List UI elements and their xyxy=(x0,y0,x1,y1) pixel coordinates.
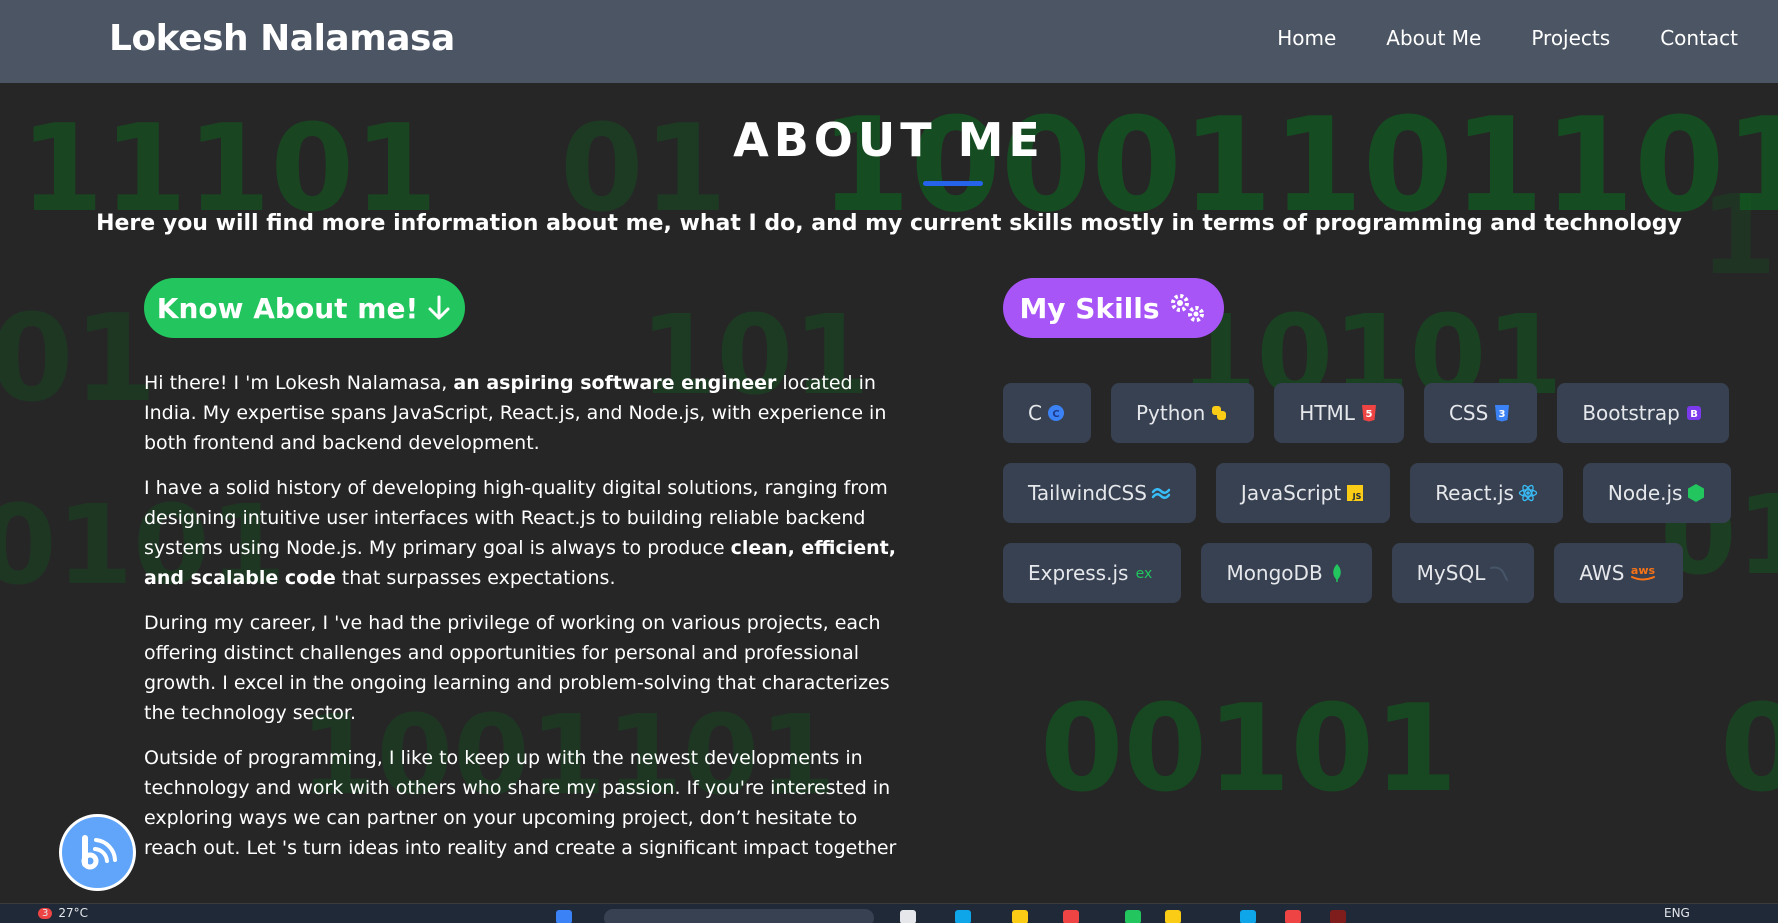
skill-chip-react[interactable]: React.js xyxy=(1410,463,1563,523)
css3-icon: 3 xyxy=(1492,403,1512,423)
page-title: ABOUT ME xyxy=(733,113,1045,167)
svg-text:C: C xyxy=(1052,409,1059,420)
skill-chip-tailwind[interactable]: TailwindCSS xyxy=(1003,463,1196,523)
weather-temperature: 27°C xyxy=(58,906,89,920)
python-icon xyxy=(1209,403,1229,423)
skill-chip-bootstrap[interactable]: Bootstrap B xyxy=(1557,383,1729,443)
about-paragraph-1: Hi there! I 'm Lokesh Nalamasa, an aspir… xyxy=(144,372,887,454)
skill-chip-javascript[interactable]: JavaScript JS xyxy=(1215,463,1391,523)
about-paragraph-2: I have a solid history of developing hig… xyxy=(144,477,896,589)
skill-chip-nodejs[interactable]: Node.js xyxy=(1582,463,1732,523)
taskbar-weather[interactable]: 3 27°C xyxy=(38,906,88,920)
title-underline xyxy=(923,181,983,186)
bootstrap-icon: B xyxy=(1684,403,1704,423)
nav-link-contact[interactable]: Contact xyxy=(1660,26,1738,50)
my-skills-label: My Skills xyxy=(1019,291,1160,325)
skill-chip-css[interactable]: CSS 3 xyxy=(1423,383,1538,443)
gears-icon xyxy=(1168,292,1208,324)
skill-chip-express[interactable]: Express.js ex xyxy=(1003,543,1182,603)
express-icon: ex xyxy=(1132,563,1156,583)
skill-chip-aws[interactable]: AWS aws xyxy=(1554,543,1684,603)
skill-chip-html[interactable]: HTML 5 xyxy=(1274,383,1404,443)
taskbar-app-icon-7[interactable] xyxy=(1240,910,1256,923)
svg-text:ex: ex xyxy=(1136,566,1153,581)
taskbar-app-icon-5[interactable] xyxy=(1125,910,1141,923)
html5-icon: 5 xyxy=(1359,403,1379,423)
skills-row-1: C C Python HTML 5 CSS 3 Bootstrap B xyxy=(1003,383,1729,443)
taskbar-app-icon-3[interactable] xyxy=(1012,910,1028,923)
page-subtitle: Here you will find more information abou… xyxy=(96,211,1682,236)
taskbar-language[interactable]: ENG xyxy=(1664,906,1690,920)
tailwind-icon xyxy=(1151,483,1171,503)
svg-text:B: B xyxy=(1690,409,1698,420)
nav-links: Home About Me Projects Contact xyxy=(1277,26,1738,50)
skill-chip-mysql[interactable]: MySQL xyxy=(1391,543,1535,603)
taskbar-app-icon-6[interactable] xyxy=(1165,910,1181,923)
svg-text:5: 5 xyxy=(1365,409,1372,420)
windows-start-icon[interactable] xyxy=(556,910,572,923)
svg-text:aws: aws xyxy=(1631,564,1656,577)
taskbar-app-icon-9[interactable] xyxy=(1330,910,1346,923)
brand-logo-text[interactable]: Lokesh Nalamasa xyxy=(109,18,455,59)
javascript-icon: JS xyxy=(1345,483,1365,503)
nav-link-about[interactable]: About Me xyxy=(1386,26,1481,50)
know-about-me-button[interactable]: Know About me! xyxy=(144,278,465,338)
skills-list: C C Python HTML 5 CSS 3 Bootstrap B Tail… xyxy=(1003,383,1732,623)
my-skills-button[interactable]: My Skills xyxy=(1003,278,1224,338)
about-section: ABOUT ME Here you will find more informa… xyxy=(0,83,1778,903)
taskbar-app-icon-2[interactable] xyxy=(955,910,971,923)
taskbar-search[interactable] xyxy=(604,909,874,923)
taskbar-app-icon-4[interactable] xyxy=(1063,910,1079,923)
know-about-me-label: Know About me! xyxy=(156,291,419,325)
skills-row-2: TailwindCSS JavaScript JS React.js Node.… xyxy=(1003,463,1732,523)
aws-icon: aws xyxy=(1628,563,1658,583)
skill-chip-python[interactable]: Python xyxy=(1110,383,1255,443)
nodejs-icon xyxy=(1686,483,1706,503)
svg-text:JS: JS xyxy=(1352,492,1362,501)
floating-action-button[interactable] xyxy=(59,814,136,891)
nav-link-home[interactable]: Home xyxy=(1277,26,1336,50)
skill-chip-mongodb[interactable]: MongoDB xyxy=(1201,543,1372,603)
skills-row-3: Express.js ex MongoDB MySQL AWS aws xyxy=(1003,543,1723,603)
weather-badge: 3 xyxy=(38,907,53,919)
arrow-down-icon xyxy=(426,295,452,321)
bing-chat-icon xyxy=(75,830,121,876)
mongodb-icon xyxy=(1327,563,1347,583)
svg-text:3: 3 xyxy=(1499,409,1506,420)
react-icon xyxy=(1518,483,1538,503)
taskbar-app-icon-1[interactable] xyxy=(900,910,916,923)
os-taskbar: 3 27°C ENG xyxy=(0,903,1778,923)
c-icon: C xyxy=(1046,403,1066,423)
mysql-icon xyxy=(1489,563,1509,583)
taskbar-app-icon-8[interactable] xyxy=(1285,910,1301,923)
about-paragraph-3: During my career, I 've had the privileg… xyxy=(144,612,890,724)
about-description: Hi there! I 'm Lokesh Nalamasa, an aspir… xyxy=(144,368,914,878)
skill-chip-c[interactable]: C C xyxy=(1003,383,1091,443)
top-navbar: Lokesh Nalamasa Home About Me Projects C… xyxy=(0,0,1778,83)
about-paragraph-4: Outside of programming, I like to keep u… xyxy=(144,747,897,859)
nav-link-projects[interactable]: Projects xyxy=(1531,26,1610,50)
